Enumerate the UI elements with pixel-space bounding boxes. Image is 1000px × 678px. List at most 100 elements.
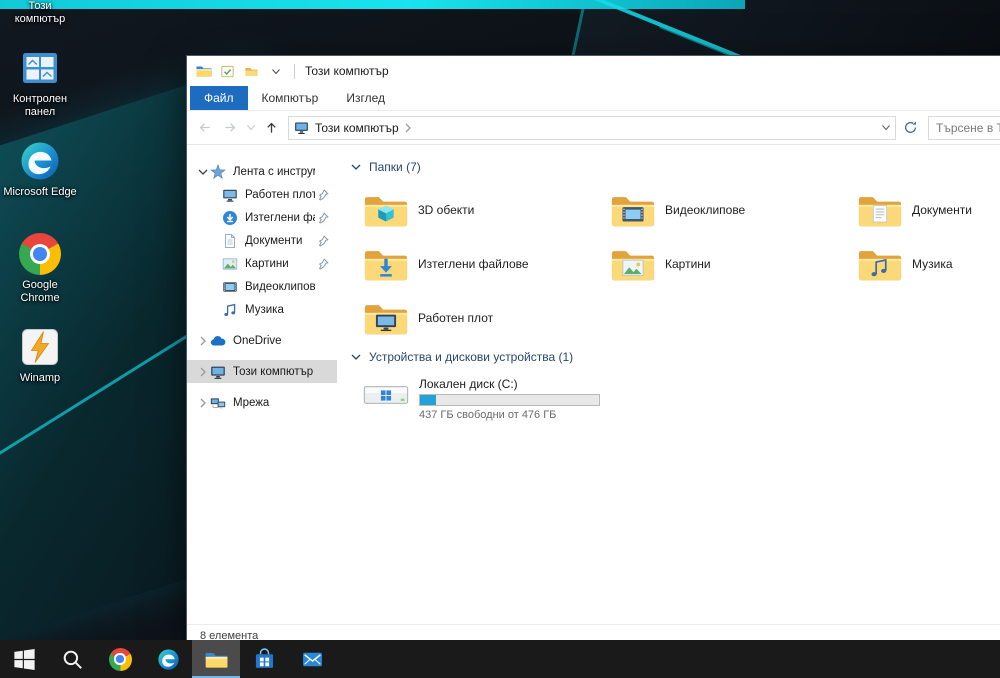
- desktop-icon-label: Microsoft Edge: [3, 186, 77, 198]
- taskbar-button-edge[interactable]: [144, 640, 192, 678]
- folder-icon: [857, 245, 903, 283]
- nav-item-label: Картини: [245, 257, 289, 270]
- folder-tile-folder-video[interactable]: Видеоклипове: [606, 183, 853, 237]
- taskbar-button-search[interactable]: [48, 640, 96, 678]
- ribbon-tab-computer[interactable]: Компютър: [248, 86, 333, 110]
- file-explorer-window: Този компютър Файл Компютър Изглед Този …: [186, 55, 1000, 647]
- taskbar-button-chrome[interactable]: [96, 640, 144, 678]
- folder-tile-folder-downloads[interactable]: Изтеглени файлове: [359, 237, 606, 291]
- folder-tile-folder-music[interactable]: Музика: [853, 237, 1000, 291]
- nav-item-onedrive[interactable]: OneDrive: [187, 329, 337, 352]
- taskbar: [0, 640, 1000, 678]
- taskbar-button-start[interactable]: [0, 640, 48, 678]
- back-button[interactable]: [192, 116, 216, 140]
- folder-icon: [363, 191, 409, 229]
- nav-item-nav-documents[interactable]: Документи: [187, 229, 337, 252]
- ribbon-tab-label: Компютър: [261, 91, 319, 105]
- recent-locations-dropdown[interactable]: [244, 116, 257, 140]
- nav-item-nav-network[interactable]: Мрежа: [187, 391, 337, 414]
- expand-chevron-icon[interactable]: [196, 367, 210, 377]
- folder-tile-folder-3d[interactable]: 3D обекти: [359, 183, 606, 237]
- pin-icon: [317, 211, 329, 224]
- nav-item-nav-videos[interactable]: Видеоклипове: [187, 275, 337, 298]
- taskbar-button-mail[interactable]: [288, 640, 336, 678]
- desktop-icon-control-panel[interactable]: Контролен панел: [1, 47, 79, 140]
- pin-icon: [317, 281, 329, 293]
- drives-list: Локален диск (C:) 437 ГБ свободни от 476…: [359, 373, 1000, 424]
- nav-item-nav-desktop[interactable]: Работен плот: [187, 183, 337, 206]
- nav-item-star[interactable]: Лента с инструменти: [187, 160, 337, 183]
- refresh-button[interactable]: [898, 116, 922, 140]
- pin-icon: [317, 166, 329, 178]
- pin-icon: [317, 188, 329, 201]
- collapse-chevron-icon[interactable]: [351, 354, 361, 360]
- search-input[interactable]: [928, 115, 1000, 140]
- nav-item-icon: [222, 210, 238, 226]
- ribbon-tab-label: Файл: [204, 91, 234, 105]
- nav-item-icon: [222, 233, 238, 249]
- collapse-chevron-icon[interactable]: [351, 164, 361, 170]
- nav-item-icon: [210, 395, 226, 411]
- up-button[interactable]: [259, 116, 283, 140]
- breadcrumb[interactable]: Този компютър: [315, 121, 399, 135]
- address-bar-row: Този компютър: [187, 111, 1000, 145]
- folders-group-header[interactable]: Папки (7): [351, 157, 1000, 177]
- nav-item-label: Документи: [245, 234, 303, 247]
- desktop-icon-image: [19, 140, 61, 182]
- location-pc-icon: [294, 120, 309, 135]
- explorer-main: Лента с инструменти Работен плот Изтегле…: [187, 145, 1000, 624]
- qat-customize-dropdown[interactable]: [267, 63, 284, 80]
- breadcrumb-chevron-icon[interactable]: [405, 123, 411, 133]
- nav-item-icon: [222, 256, 238, 272]
- desktop-icon-this-pc[interactable]: Този компютър: [1, 0, 79, 47]
- pin-icon: [317, 257, 329, 270]
- taskbar-button-icon: [13, 648, 36, 671]
- nav-item-nav-pictures[interactable]: Картини: [187, 252, 337, 275]
- ribbon-tab-view[interactable]: Изглед: [332, 86, 399, 110]
- folder-icon: [610, 245, 656, 283]
- desktop-icon-image: [19, 233, 61, 275]
- drive-tile-drive[interactable]: Локален диск (C:) 437 ГБ свободни от 476…: [359, 373, 639, 424]
- desktop-icon-microsoft-edge[interactable]: Microsoft Edge: [1, 140, 79, 233]
- folder-icon: [363, 299, 409, 337]
- taskbar-button-icon: [108, 647, 132, 671]
- pin-icon: [317, 335, 329, 347]
- taskbar-button-file-explorer[interactable]: [192, 640, 240, 678]
- desktop-icon-label: Winamp: [19, 372, 61, 384]
- forward-button[interactable]: [218, 116, 242, 140]
- folder-tile-label: Картини: [665, 257, 711, 271]
- nav-item-nav-downloads[interactable]: Изтеглени файлове: [187, 206, 337, 229]
- folder-icon: [610, 191, 656, 229]
- nav-item-label: Музика: [245, 303, 284, 316]
- address-bar[interactable]: Този компютър: [288, 115, 896, 140]
- nav-item-icon: [222, 279, 238, 295]
- titlebar[interactable]: Този компютър: [187, 56, 1000, 86]
- window-title: Този компютър: [305, 64, 389, 78]
- ribbon-tab-label: Изглед: [346, 91, 385, 105]
- qat-properties-button[interactable]: [219, 63, 236, 80]
- folder-tile-label: 3D обекти: [418, 203, 475, 217]
- folder-tile-folder-pictures[interactable]: Картини: [606, 237, 853, 291]
- devices-group-header[interactable]: Устройства и дискови устройства (1): [351, 347, 1000, 367]
- drive-label: Локален диск (C:): [419, 377, 518, 391]
- nav-item-icon: [210, 333, 226, 349]
- nav-item-nav-music[interactable]: Музика: [187, 298, 337, 321]
- folder-tile-folder-docs[interactable]: Документи: [853, 183, 1000, 237]
- nav-item-label: Лента с инструменти: [233, 165, 315, 178]
- expand-chevron-icon[interactable]: [196, 169, 210, 175]
- nav-item-label: Мрежа: [233, 396, 270, 409]
- ribbon-tab-file[interactable]: Файл: [190, 86, 248, 110]
- expand-chevron-icon[interactable]: [196, 336, 210, 346]
- drive-meta: Локален диск (C:) 437 ГБ свободни от 476…: [419, 376, 600, 421]
- nav-item-nav-pc[interactable]: Този компютър: [187, 360, 337, 383]
- desktop-icon-winamp[interactable]: Winamp: [1, 326, 79, 419]
- folder-tile-folder-desktop[interactable]: Работен плот: [359, 291, 606, 345]
- expand-chevron-icon[interactable]: [196, 398, 210, 408]
- qat-new-folder-button[interactable]: [243, 63, 260, 80]
- address-dropdown-icon[interactable]: [882, 125, 890, 130]
- taskbar-button-store[interactable]: [240, 640, 288, 678]
- folders-grid: 3D обекти Видеоклипове Документи Изтегле…: [359, 183, 1000, 345]
- desktop-icon-google-chrome[interactable]: Google Chrome: [1, 233, 79, 326]
- nav-item-icon: [210, 163, 226, 180]
- desktop-icon-list: Този компютър Контролен панел Microsoft …: [1, 0, 79, 419]
